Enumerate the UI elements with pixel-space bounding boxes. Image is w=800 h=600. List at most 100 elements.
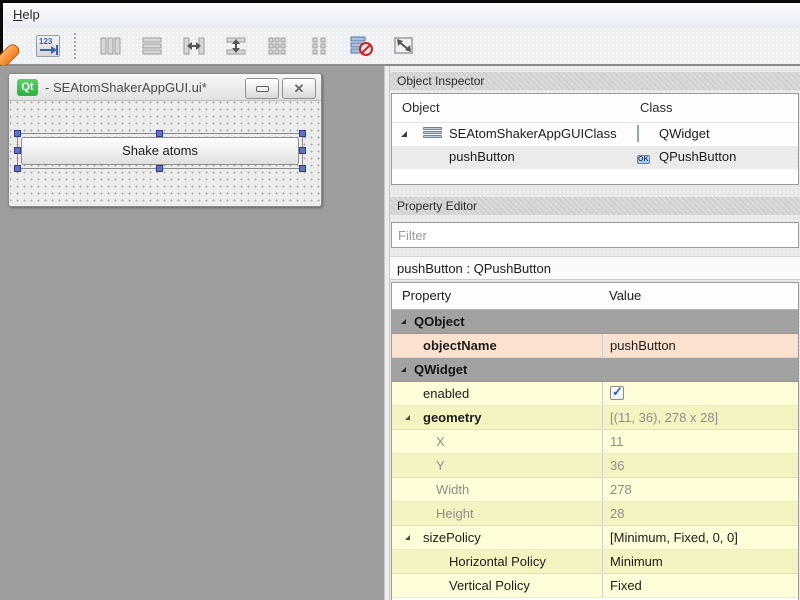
property-value[interactable]: [(11, 36), 278 x 28] <box>610 410 718 425</box>
property-row[interactable]: QWidget ✓ <box>392 358 798 382</box>
property-name: Horizontal Policy <box>449 554 546 569</box>
expand-arrow-icon[interactable] <box>401 367 406 372</box>
resize-handle-se[interactable] <box>299 165 306 172</box>
property-name: Vertical Policy <box>449 578 530 593</box>
adjust-size-button[interactable] <box>389 32 419 60</box>
form-window-title: - SEAtomShakerAppGUI.ui* <box>45 80 207 95</box>
property-name: Width <box>436 482 469 497</box>
property-value[interactable]: 36 <box>610 458 624 473</box>
tree-object-name: SEAtomShakerAppGUIClass <box>449 126 617 141</box>
edit-signals-slots-button[interactable] <box>0 32 21 60</box>
mdi-workarea: Qt - SEAtomShakerAppGUI.ui* ✕ Shake atom… <box>0 66 384 600</box>
property-name: objectName <box>423 338 497 353</box>
property-value[interactable]: [Minimum, Fixed, 0, 0] <box>610 530 738 545</box>
expand-arrow-icon[interactable] <box>401 319 406 324</box>
property-row[interactable]: Width 278 ✓ <box>392 478 798 502</box>
property-row[interactable]: enabled ✓ <box>392 382 798 406</box>
property-value[interactable]: Minimum <box>610 554 663 569</box>
property-name: QObject <box>414 314 465 329</box>
property-name: QWidget <box>414 362 467 377</box>
object-inspector-tree: Object Class SEAtomShakerAppGUIClass QWi… <box>391 93 799 185</box>
property-row[interactable]: objectName pushButton ✓ <box>392 334 798 358</box>
checkbox[interactable]: ✓ <box>610 386 624 400</box>
close-button[interactable]: ✕ <box>282 78 316 99</box>
object-inspector-header: Object Inspector <box>390 72 800 90</box>
column-header-class[interactable]: Class <box>640 100 673 115</box>
layout-vertical-icon <box>99 37 121 55</box>
designed-push-button[interactable]: Shake atoms <box>21 137 299 165</box>
form-canvas[interactable]: Shake atoms <box>10 101 320 205</box>
resize-handle-s[interactable] <box>156 165 163 172</box>
resize-handle-n[interactable] <box>156 130 163 137</box>
property-row[interactable]: sizePolicy [Minimum, Fixed, 0, 0] ✓ <box>392 526 798 550</box>
tree-object-name: pushButton <box>449 149 515 164</box>
layout-horizontal-button[interactable] <box>137 32 167 60</box>
property-name: Height <box>436 506 474 521</box>
break-layout-button[interactable] <box>347 32 377 60</box>
qt-designer-app: Help 123 <box>0 0 800 600</box>
toolbar: 123 <box>0 27 800 66</box>
widget-stack-icon <box>423 127 442 142</box>
resize-handle-w[interactable] <box>14 147 21 154</box>
menu-help[interactable]: Help <box>3 3 50 26</box>
qt-logo-icon: Qt <box>17 79 38 96</box>
tree-row-pushbutton[interactable]: pushButton OK QPushButton <box>392 146 798 169</box>
layout-vertical-button[interactable] <box>95 32 125 60</box>
minimize-button[interactable] <box>245 78 279 99</box>
tree-expand-icon[interactable] <box>401 131 407 137</box>
menubar: Help <box>0 3 800 27</box>
selected-object-label: pushButton : QPushButton <box>390 256 800 280</box>
property-name: sizePolicy <box>423 530 481 545</box>
property-name: Y <box>436 458 445 473</box>
form-editor-window: Qt - SEAtomShakerAppGUI.ui* ✕ Shake atom… <box>8 73 322 207</box>
column-header-value[interactable]: Value <box>609 288 641 303</box>
edit-signals-slots-icon <box>0 42 21 60</box>
form-window-titlebar[interactable]: Qt - SEAtomShakerAppGUI.ui* ✕ <box>9 74 321 101</box>
layout-grid-icon <box>268 37 288 55</box>
toolbar-separator <box>71 33 79 59</box>
column-header-object[interactable]: Object <box>402 100 440 115</box>
tree-class-name: QWidget <box>659 126 710 141</box>
expand-arrow-icon[interactable] <box>405 535 410 540</box>
column-header-property[interactable]: Property <box>402 288 451 303</box>
filter-input[interactable] <box>391 222 799 248</box>
property-table: Property Value QObject ✓ objectName push… <box>391 282 799 600</box>
layout-horizontal-icon <box>141 37 163 55</box>
tree-row-root[interactable]: SEAtomShakerAppGUIClass QWidget <box>392 123 798 146</box>
layout-horizontal-splitter-button[interactable] <box>179 32 209 60</box>
property-value[interactable]: 278 <box>610 482 632 497</box>
property-row[interactable]: X 11 ✓ <box>392 430 798 454</box>
property-rows: QObject ✓ objectName pushButton ✓ QWidge… <box>392 310 798 598</box>
layout-form-icon <box>312 37 328 55</box>
tree-class-name: QPushButton <box>659 149 736 164</box>
layout-grid-button[interactable] <box>263 32 293 60</box>
property-value[interactable]: 28 <box>610 506 624 521</box>
property-row[interactable]: Y 36 ✓ <box>392 454 798 478</box>
resize-handle-e[interactable] <box>299 147 306 154</box>
property-name: geometry <box>423 410 482 425</box>
property-row[interactable]: QObject ✓ <box>392 310 798 334</box>
layout-vertical-splitter-button[interactable] <box>221 32 251 60</box>
qwidget-class-icon <box>637 126 654 141</box>
property-value[interactable]: 11 <box>610 434 624 449</box>
layout-horizontal-splitter-icon <box>183 37 205 55</box>
resize-handle-ne[interactable] <box>299 130 306 137</box>
dock-panel: Object Inspector Object Class SEAtomShak… <box>390 66 800 600</box>
property-name: X <box>436 434 445 449</box>
close-icon: ✕ <box>294 82 305 95</box>
break-layout-icon <box>350 36 374 56</box>
property-row[interactable]: Vertical Policy Fixed ✓ <box>392 574 798 598</box>
property-row[interactable]: Horizontal Policy Minimum ✓ <box>392 550 798 574</box>
edit-tab-order-button[interactable]: 123 <box>33 32 63 60</box>
expand-arrow-icon[interactable] <box>405 415 410 420</box>
property-row[interactable]: Height 28 ✓ <box>392 502 798 526</box>
property-value[interactable]: Fixed <box>610 578 642 593</box>
property-row[interactable]: geometry [(11, 36), 278 x 28] ✓ <box>392 406 798 430</box>
property-value[interactable]: pushButton <box>610 338 676 353</box>
layout-form-button[interactable] <box>305 32 335 60</box>
adjust-size-icon <box>393 36 415 56</box>
resize-handle-sw[interactable] <box>14 165 21 172</box>
resize-handle-nw[interactable] <box>14 130 21 137</box>
property-editor-header: Property Editor <box>390 197 800 215</box>
property-name: enabled <box>423 386 469 401</box>
